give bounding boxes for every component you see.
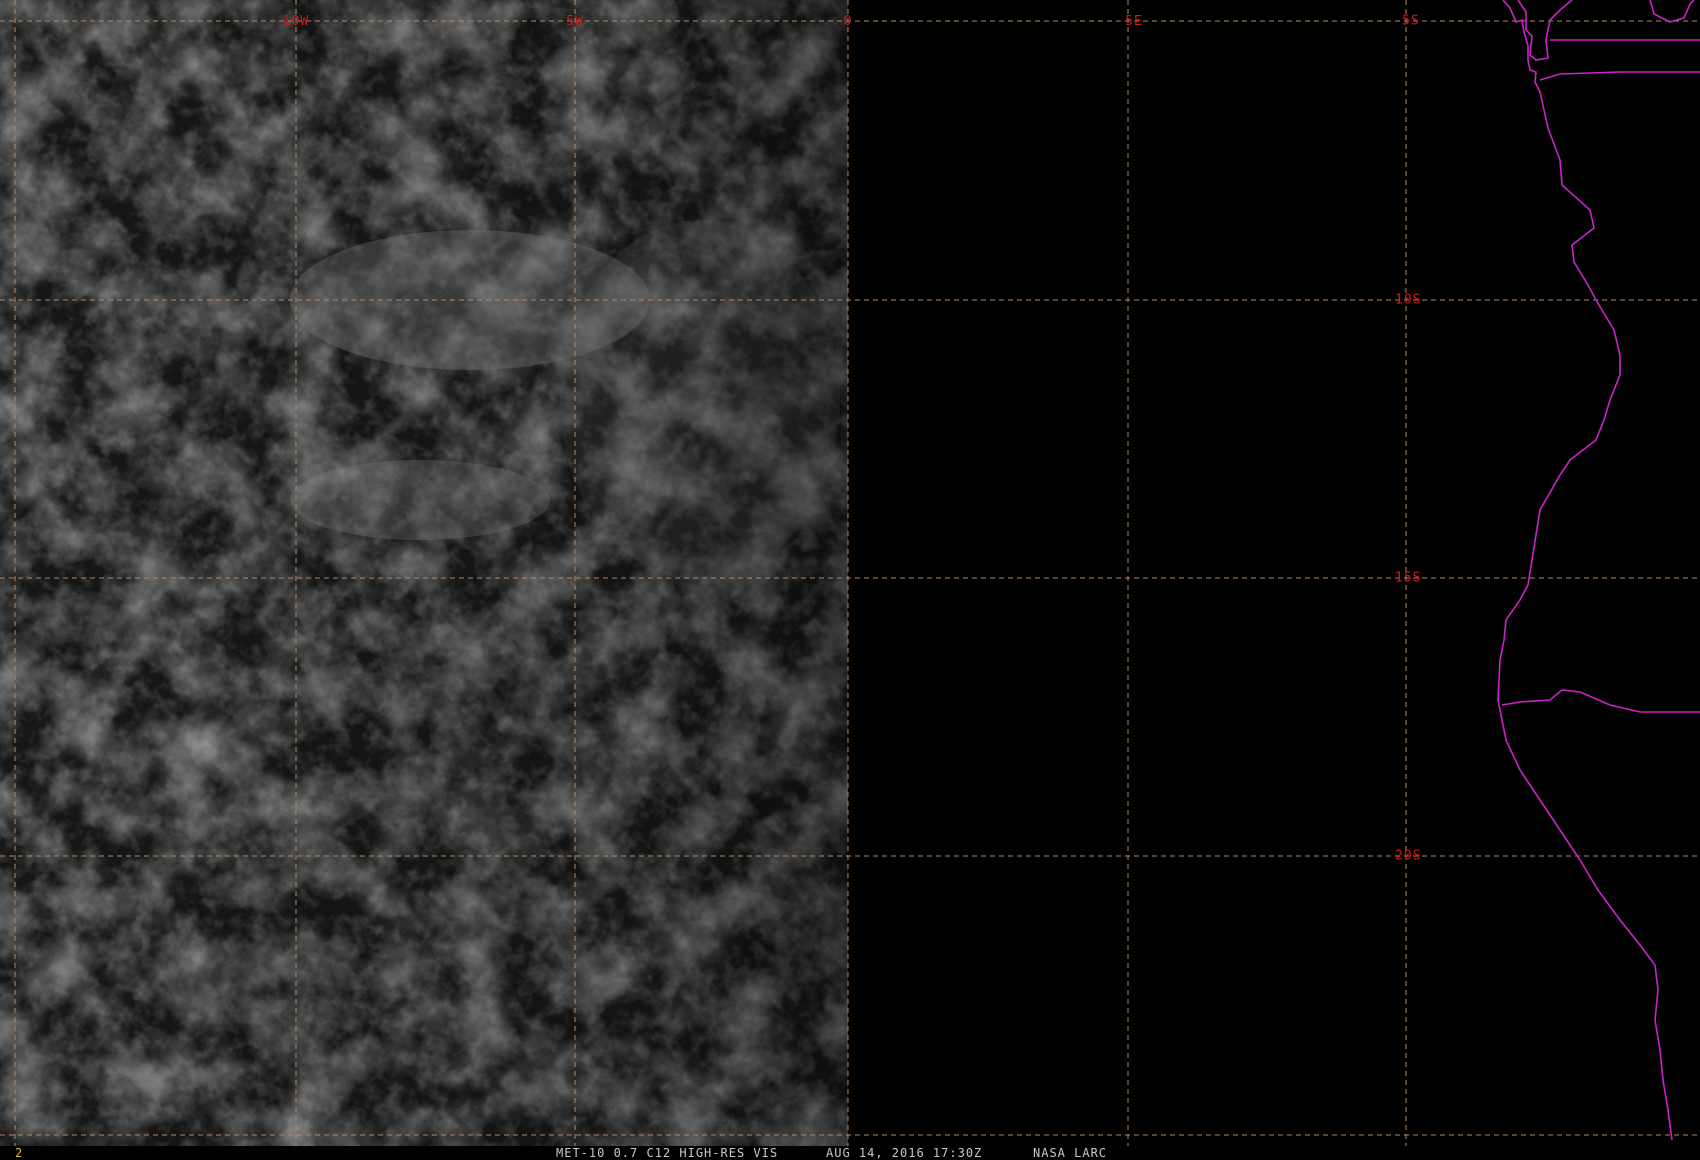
status-bar: 2 MET-10 0.7 C12 HIGH-RES VIS AUG 14, 20… bbox=[0, 1146, 1700, 1160]
angola-namibia-border bbox=[1501, 689, 1700, 713]
cabinda-northern-outline bbox=[1649, 0, 1695, 23]
lat-label-20s: 20S bbox=[1395, 848, 1422, 864]
lon-label-5w: 5W bbox=[566, 14, 584, 29]
satellite-imagery-map bbox=[0, 0, 1700, 1146]
frame-number: 2 bbox=[15, 1146, 24, 1160]
cloud-imagery-layer bbox=[0, 0, 848, 1146]
lon-label-5e: 5E bbox=[1125, 14, 1143, 29]
terminator-shading bbox=[0, 0, 848, 1146]
satellite-image-viewer[interactable]: 10W 5W 0 5E 5S 10S 15S 20S 2 MET-10 0.7 … bbox=[0, 0, 1700, 1160]
lat-label-5s: 5S bbox=[1402, 13, 1420, 29]
congo-border bbox=[1517, 0, 1573, 61]
lon-label-10w: 10W bbox=[282, 14, 310, 29]
lon-label-0: 0 bbox=[843, 14, 853, 29]
africa-coastline bbox=[1497, 0, 1673, 1141]
timestamp-label: AUG 14, 2016 17:30Z bbox=[826, 1146, 983, 1160]
lat-label-15s: 15S bbox=[1395, 570, 1422, 586]
cabinda-border bbox=[1539, 71, 1700, 81]
source-label: NASA LARC bbox=[1033, 1146, 1108, 1160]
coastline-layer bbox=[1497, 0, 1700, 1141]
product-label: MET-10 0.7 C12 HIGH-RES VIS bbox=[556, 1146, 779, 1160]
lat-label-10s: 10S bbox=[1395, 292, 1422, 308]
